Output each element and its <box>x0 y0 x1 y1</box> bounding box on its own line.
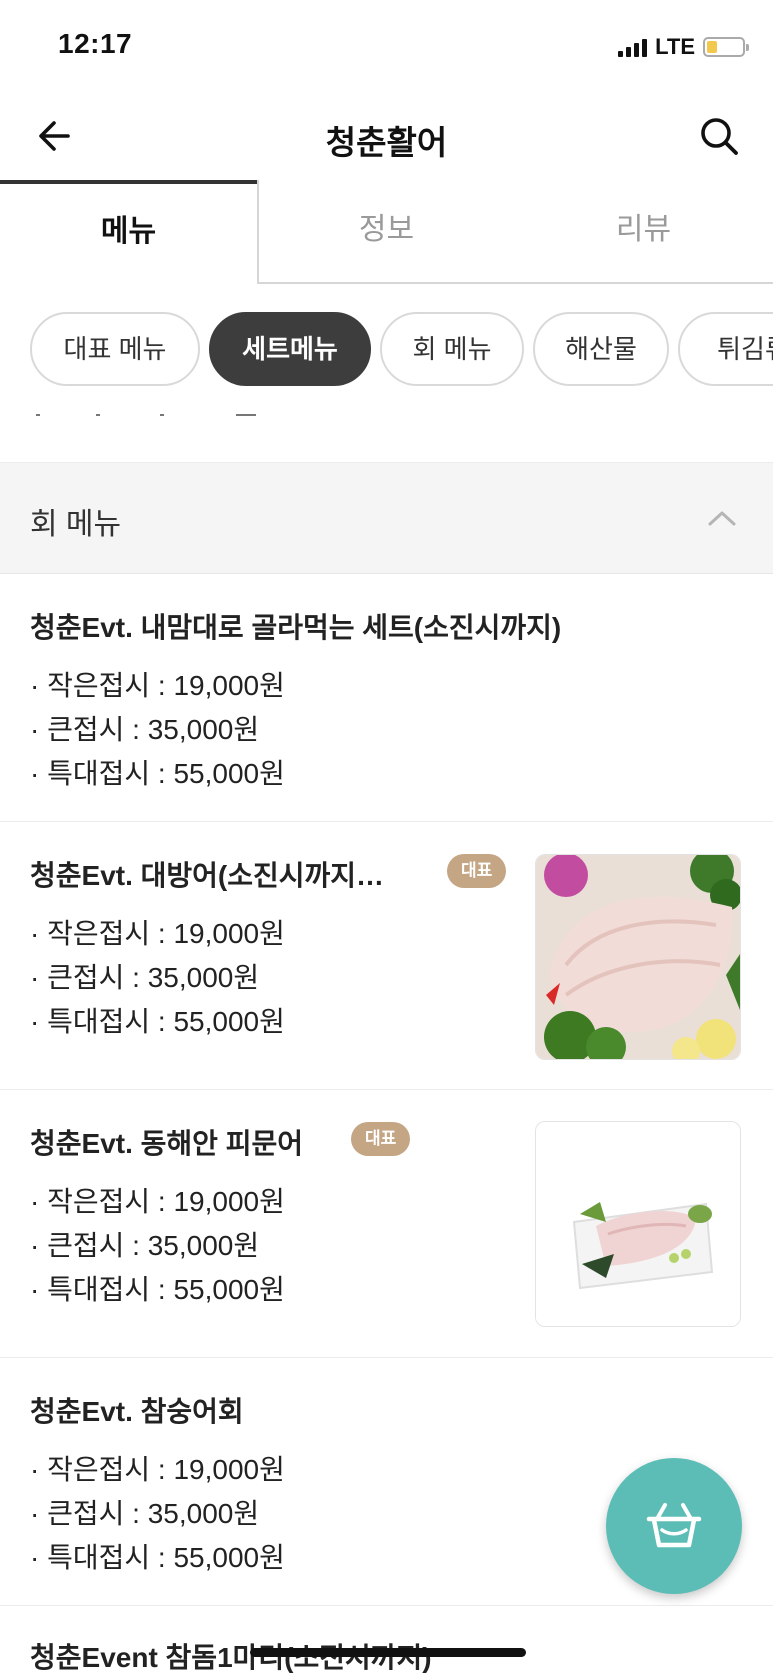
cart-button[interactable] <box>606 1458 742 1594</box>
chip-sashimi-menu[interactable]: 회 메뉴 <box>380 312 524 386</box>
scrolled-content-remnant <box>30 408 270 422</box>
category-chips: 대표 메뉴 세트메뉴 회 메뉴 해산물 튀김류 <box>0 312 773 388</box>
chevron-up-icon[interactable] <box>707 503 737 533</box>
signal-icon <box>618 37 648 57</box>
app-header: 청춘활어 <box>0 92 773 180</box>
price-small: · 작은접시 : 19,000원 <box>30 1186 285 1217</box>
tab-reviews[interactable]: 리뷰 <box>514 180 773 284</box>
status-bar: 12:17 LTE <box>0 0 773 92</box>
price-extra-large: · 특대접시 : 55,000원 <box>30 1006 285 1037</box>
basket-icon <box>646 1503 702 1548</box>
status-time: 12:17 <box>58 28 133 59</box>
chip-set-menu[interactable]: 세트메뉴 <box>209 312 371 386</box>
price-small: · 작은접시 : 19,000원 <box>30 918 285 949</box>
tab-bar: 메뉴 정보 리뷰 <box>0 180 773 284</box>
tab-menu[interactable]: 메뉴 <box>0 180 257 284</box>
search-icon <box>701 118 738 155</box>
search-button[interactable] <box>695 112 743 160</box>
battery-icon <box>703 37 749 57</box>
section-title: 회 메뉴 <box>30 508 122 541</box>
section-header[interactable]: 회 메뉴 <box>0 462 773 574</box>
price-small: · 작은접시 : 19,000원 <box>30 670 285 701</box>
menu-item[interactable]: 청춘Event 참돔1마리(소진시까지) <box>0 1606 773 1674</box>
network-type: LTE <box>655 34 695 59</box>
menu-item[interactable]: 청춘Evt. 내맘대로 골라먹는 세트(소진시까지) · 작은접시 : 19,0… <box>0 574 773 822</box>
signature-badge: 대표 <box>351 1122 411 1156</box>
status-indicators: LTE <box>618 34 749 60</box>
tab-info[interactable]: 정보 <box>257 180 514 284</box>
chip-fried[interactable]: 튀김류 <box>678 312 773 386</box>
page-title: 청춘활어 <box>325 124 448 161</box>
price-large: · 큰접시 : 35,000원 <box>30 1498 260 1529</box>
menu-item-photo <box>535 1121 741 1327</box>
chip-seafood[interactable]: 해산물 <box>533 312 669 386</box>
menu-item[interactable]: 청춘Evt. 대방어(소진시까지… 대표 · 작은접시 : 19,000원 · … <box>0 822 773 1090</box>
home-indicator <box>250 1648 526 1657</box>
menu-item-name: 청춘Evt. 내맘대로 골라먹는 세트(소진시까지) <box>30 612 562 643</box>
chip-signature-menu[interactable]: 대표 메뉴 <box>30 312 200 386</box>
menu-item-photo <box>535 854 741 1060</box>
menu-item-name: 청춘Evt. 참숭어회 <box>30 1396 244 1427</box>
price-extra-large: · 특대접시 : 55,000원 <box>30 1274 285 1305</box>
menu-item[interactable]: 청춘Evt. 동해안 피문어 대표 · 작은접시 : 19,000원 · 큰접시… <box>0 1090 773 1358</box>
price-large: · 큰접시 : 35,000원 <box>30 1230 260 1261</box>
menu-item-name: 청춘Evt. 동해안 피문어 <box>30 1128 303 1159</box>
price-large: · 큰접시 : 35,000원 <box>30 962 260 993</box>
price-small: · 작은접시 : 19,000원 <box>30 1454 285 1485</box>
price-extra-large: · 특대접시 : 55,000원 <box>30 1542 285 1573</box>
menu-item-name: 청춘Evt. 대방어(소진시까지… <box>30 860 385 891</box>
signature-badge: 대표 <box>447 854 507 888</box>
price-large: · 큰접시 : 35,000원 <box>30 714 260 745</box>
price-extra-large: · 특대접시 : 55,000원 <box>30 758 285 789</box>
